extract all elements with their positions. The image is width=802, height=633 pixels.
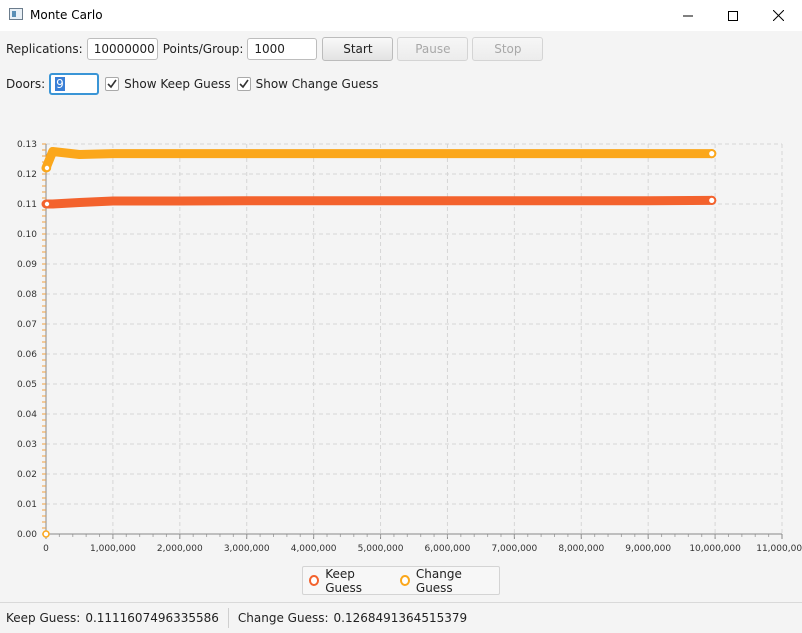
- show-change-label: Show Change Guess: [255, 77, 379, 91]
- x-tick-label: 6,000,000: [425, 544, 471, 554]
- x-tick-label: 2,000,000: [157, 544, 203, 554]
- show-keep-label: Show Keep Guess: [124, 77, 231, 91]
- x-tick-label: 4,000,000: [291, 544, 337, 554]
- x-tick-label: 11,000,000: [756, 544, 802, 554]
- replications-input[interactable]: 10000000: [86, 38, 158, 60]
- legend-item-change: Change Guess: [399, 566, 493, 595]
- doors-label: Doors:: [6, 77, 46, 91]
- legend-change-label: Change Guess: [415, 566, 462, 595]
- maximize-button[interactable]: [710, 0, 756, 31]
- app-icon: [9, 8, 23, 20]
- y-tick-label: 0.13: [17, 140, 37, 150]
- doors-value: 9: [55, 77, 65, 91]
- close-button[interactable]: [755, 0, 801, 31]
- show-keep-checkbox[interactable]: Show Keep Guess: [105, 77, 231, 91]
- legend-item-keep: Keep Guess: [309, 567, 388, 595]
- origin-marker: [42, 530, 50, 538]
- points-group-input[interactable]: 1000: [247, 38, 318, 60]
- series-end-marker: [707, 195, 717, 206]
- y-tick-label: 0.00: [17, 530, 37, 540]
- title-bar: Monte Carlo: [0, 0, 802, 31]
- checkbox-checked-icon[interactable]: [236, 77, 251, 91]
- x-tick-label: 9,000,000: [625, 544, 671, 554]
- series-start-marker: [42, 199, 52, 209]
- change-status-value: 0.1268491364515379: [333, 611, 468, 625]
- status-bar: Keep Guess: 0.1111607496335586 Change Gu…: [0, 602, 802, 633]
- run-controls-row: Replications: 10000000 Points/Group: 100…: [6, 31, 544, 67]
- chart-legend: Keep Guess Change Guess: [302, 566, 500, 595]
- show-change-checkbox[interactable]: Show Change Guess: [236, 77, 379, 91]
- replications-label: Replications:: [6, 42, 83, 56]
- y-tick-label: 0.03: [17, 440, 37, 450]
- y-tick-label: 0.05: [17, 380, 37, 390]
- x-tick-label: 8,000,000: [558, 544, 604, 554]
- x-tick-label: 1,000,000: [90, 544, 136, 554]
- legend-keep-label: Keep Guess: [325, 566, 363, 595]
- window-title: Monte Carlo: [30, 8, 103, 22]
- change-status-label: Change Guess:: [237, 611, 329, 625]
- y-tick-label: 0.10: [17, 230, 37, 240]
- doors-input[interactable]: 9: [49, 73, 100, 95]
- minimize-icon: [683, 15, 693, 16]
- maximize-icon: [728, 10, 738, 21]
- start-button[interactable]: Start: [322, 37, 394, 61]
- y-tick-label: 0.09: [17, 260, 37, 270]
- x-tick-label: 5,000,000: [358, 544, 404, 554]
- y-tick-label: 0.01: [17, 500, 37, 510]
- status-divider: [227, 608, 229, 628]
- x-tick-label: 3,000,000: [224, 544, 270, 554]
- main-content: Replications: 10000000 Points/Group: 100…: [0, 31, 802, 633]
- legend-symbol-change: [399, 575, 410, 586]
- series-start-marker: [42, 163, 52, 173]
- options-row: Doors: 9 Show Keep Guess Show Change Gue…: [6, 66, 378, 102]
- minimize-button[interactable]: [665, 0, 711, 31]
- series-line-change: [41, 147, 717, 173]
- line-chart: 0.00 0.01 0.02 0.03 0.04 0.05 0.06 0.07 0.08 0.09…: [17, 140, 802, 554]
- y-tick-label: 0.08: [17, 290, 37, 300]
- y-tick-label: 0.04: [17, 410, 37, 420]
- y-tick-label: 0.11: [17, 200, 37, 210]
- x-tick-label: 7,000,000: [491, 544, 537, 554]
- series-line-keep: [41, 195, 717, 209]
- y-tick-label: 0.12: [17, 170, 37, 180]
- y-tick-label: 0.06: [17, 350, 37, 360]
- points-group-label: Points/Group:: [162, 42, 244, 56]
- x-tick-label: 0: [43, 544, 49, 554]
- stop-button[interactable]: Stop: [472, 37, 544, 61]
- y-tick-label: 0.02: [17, 470, 37, 480]
- legend-symbol-keep: [309, 575, 320, 586]
- keep-status-value: 0.1111607496335586: [85, 611, 219, 625]
- close-icon: [772, 10, 784, 21]
- pause-button[interactable]: Pause: [397, 37, 469, 61]
- x-tick-label: 10,000,000: [689, 544, 741, 554]
- checkbox-checked-icon[interactable]: [105, 77, 120, 91]
- y-tick-label: 0.07: [17, 320, 37, 330]
- series-end-marker: [707, 149, 717, 159]
- keep-status-label: Keep Guess:: [6, 611, 81, 625]
